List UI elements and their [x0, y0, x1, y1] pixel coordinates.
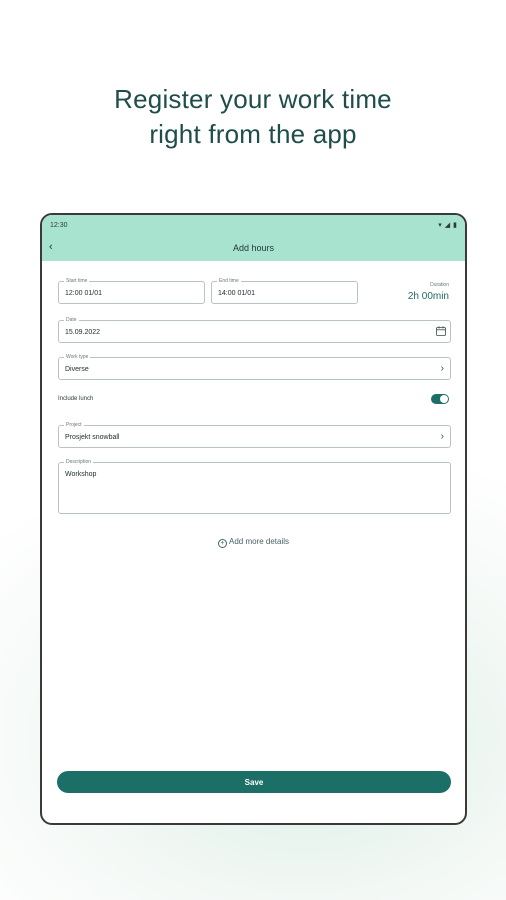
start-time-value: 12:00 01/01: [65, 290, 102, 297]
project-field[interactable]: Project Prosjekt snowball ›: [58, 421, 451, 448]
battery-icon: ▮: [453, 222, 457, 229]
status-bar: 12:30 ▾ ◢ ▮: [42, 215, 465, 235]
duration-label: Duration: [430, 282, 449, 288]
start-time-field[interactable]: Start time 12:00 01/01: [58, 277, 205, 304]
include-lunch-label: Include lunch: [58, 396, 94, 402]
description-label: Description: [64, 458, 94, 466]
page-title: Add hours: [232, 243, 275, 253]
date-label: Date: [64, 316, 79, 324]
signal-icon: ◢: [444, 222, 451, 229]
work-type-value: Diverse: [65, 366, 89, 373]
save-button[interactable]: Save: [57, 771, 451, 793]
description-field[interactable]: Description Workshop: [58, 458, 451, 514]
toggle-knob: [440, 395, 448, 403]
start-time-label: Start time: [64, 277, 90, 285]
end-time-field[interactable]: End time 14:00 01/01: [211, 277, 358, 304]
project-value: Prosjekt snowball: [65, 434, 120, 441]
status-icons: ▾ ◢ ▮: [438, 221, 457, 229]
chevron-right-icon: ›: [440, 431, 444, 442]
headline-line-2: right from the app: [149, 119, 357, 149]
plus-circle-icon: +: [217, 539, 227, 548]
back-button[interactable]: ‹: [49, 241, 53, 253]
date-field[interactable]: Date 15.09.2022: [58, 316, 451, 343]
add-more-details-label: Add more details: [228, 537, 290, 546]
chevron-right-icon: ›: [440, 363, 444, 374]
date-value: 15.09.2022: [65, 329, 101, 336]
project-label: Project: [64, 421, 84, 429]
work-type-label: Work type: [64, 353, 91, 361]
add-more-details-button[interactable]: + Add more details: [42, 537, 465, 548]
work-type-field[interactable]: Work type Diverse ›: [58, 353, 451, 380]
wifi-icon: ▾: [438, 222, 442, 229]
calendar-icon[interactable]: [436, 326, 446, 336]
headline-line-1: Register your work time: [114, 84, 392, 114]
app-bar: ‹ Add hours: [42, 235, 465, 261]
end-time-label: End time: [217, 277, 241, 285]
status-time: 12:30: [50, 221, 68, 229]
description-value: Workshop: [65, 471, 97, 478]
chevron-left-icon: ‹: [49, 241, 53, 253]
end-time-value: 14:00 01/01: [218, 290, 255, 297]
include-lunch-toggle[interactable]: [431, 394, 449, 404]
tablet-frame: 12:30 ▾ ◢ ▮ ‹ Add hours Start time 12:00…: [40, 213, 467, 825]
duration-value: 2h 00min: [407, 291, 449, 302]
headline: Register your work time right from the a…: [0, 82, 506, 152]
